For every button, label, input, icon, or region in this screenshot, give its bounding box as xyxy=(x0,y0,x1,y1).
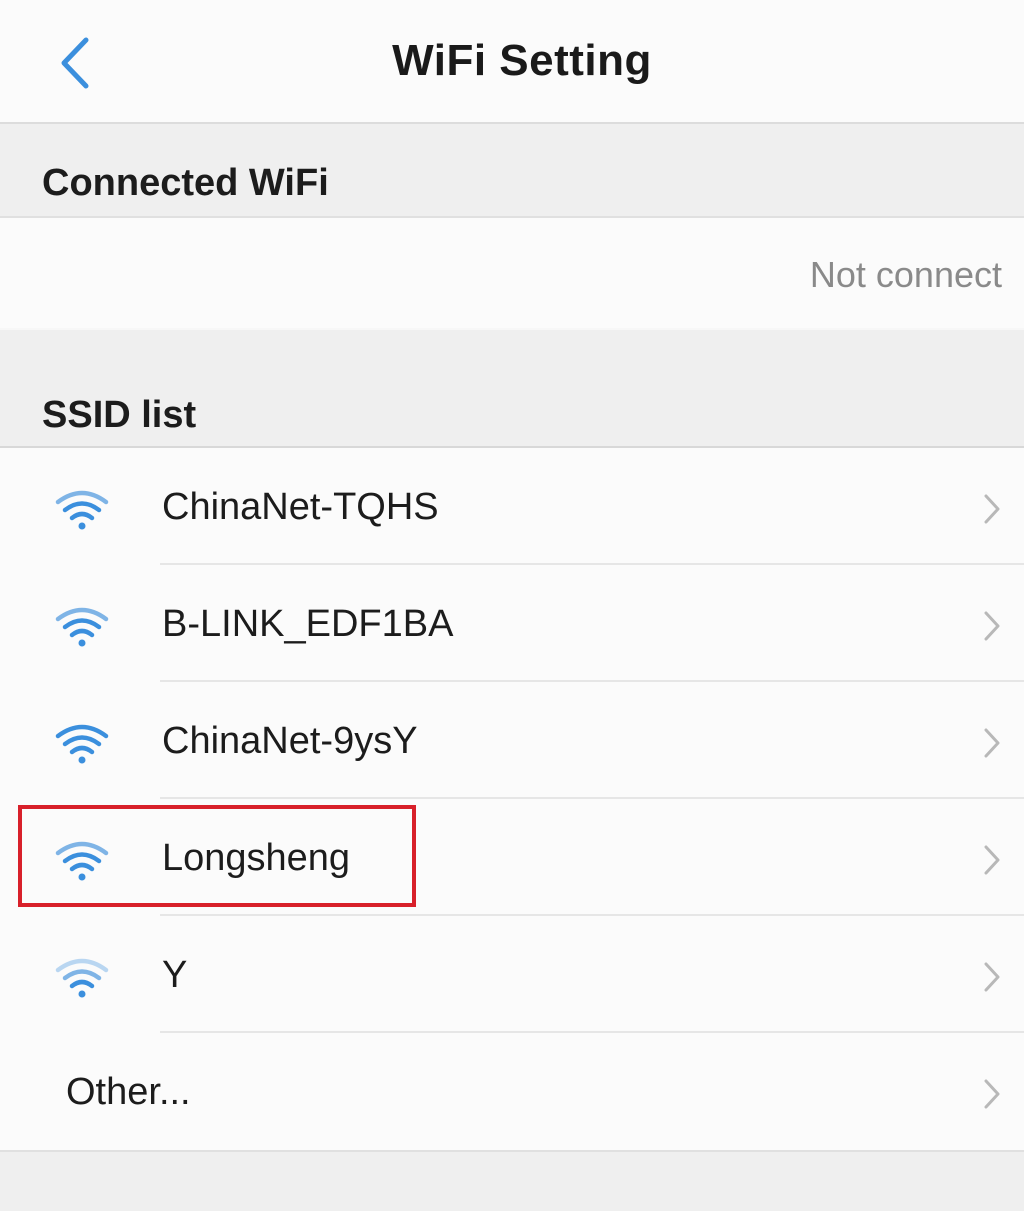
ssid-item-longsheng[interactable]: Longsheng xyxy=(0,799,1024,916)
connection-status: Not connect xyxy=(809,254,1002,295)
ssid-name: ChinaNet-TQHS xyxy=(162,486,439,528)
ssid-item-b-link-edf1ba[interactable]: B-LINK_EDF1BA xyxy=(0,565,1024,682)
ssid-list-label: SSID list xyxy=(42,394,197,436)
connected-wifi-header: Connected WiFi xyxy=(0,124,1024,218)
chevron-right-icon xyxy=(984,494,1000,524)
ssid-item-other[interactable]: Other... xyxy=(0,1033,1024,1150)
wifi-setting-screen: WiFi Setting Connected WiFi Not connect … xyxy=(0,0,1024,1211)
ssid-list: ChinaNet-TQHS B-LINK_EDF1BA ChinaNet-9ys… xyxy=(0,448,1024,1150)
bottom-spacer xyxy=(0,1150,1024,1211)
chevron-right-icon xyxy=(984,728,1000,758)
chevron-right-icon xyxy=(984,962,1000,992)
chevron-right-icon xyxy=(984,845,1000,875)
page-title: WiFi Setting xyxy=(392,36,652,85)
ssid-list-header: SSID list xyxy=(0,330,1024,448)
ssid-item-chinanet-tqhs[interactable]: ChinaNet-TQHS xyxy=(0,448,1024,565)
nav-bar: WiFi Setting xyxy=(0,0,1024,124)
ssid-name: B-LINK_EDF1BA xyxy=(162,603,454,645)
chevron-right-icon xyxy=(984,1079,1000,1109)
ssid-name: ChinaNet-9ysY xyxy=(162,720,418,762)
wifi-icon xyxy=(55,841,109,881)
ssid-name: Y xyxy=(162,954,188,996)
ssid-item-chinanet-9ysy[interactable]: ChinaNet-9ysY xyxy=(0,682,1024,799)
chevron-right-icon xyxy=(984,611,1000,641)
connected-wifi-row: Not connect xyxy=(0,218,1024,328)
wifi-icon xyxy=(55,724,109,764)
connected-wifi-label: Connected WiFi xyxy=(42,162,329,204)
ssid-name: Longsheng xyxy=(162,837,351,879)
ssid-item-y[interactable]: Y xyxy=(0,916,1024,1033)
wifi-icon xyxy=(55,490,109,530)
wifi-icon xyxy=(55,607,109,647)
other-network-label: Other... xyxy=(66,1071,191,1113)
wifi-icon xyxy=(55,958,109,998)
